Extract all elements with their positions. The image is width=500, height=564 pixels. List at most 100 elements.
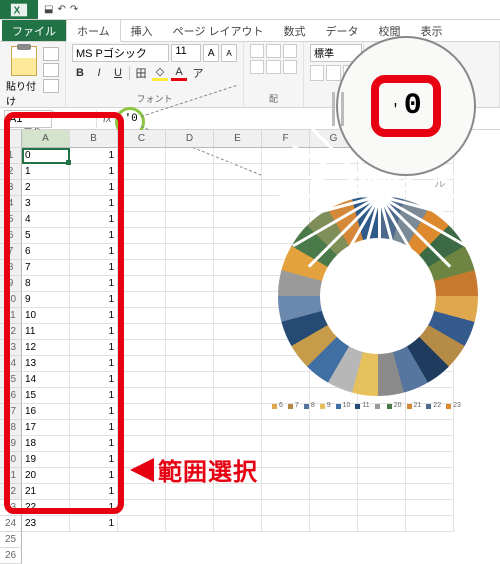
cell[interactable]: 23 [22,516,70,532]
cell[interactable] [166,420,214,436]
cell[interactable] [118,420,166,436]
cell[interactable] [214,276,262,292]
qat-save-icon[interactable]: ⬓ [44,4,53,15]
row-header[interactable]: 24 [0,516,22,532]
cell[interactable] [166,308,214,324]
cell[interactable]: 2 [22,180,70,196]
cell[interactable]: 1 [70,500,118,516]
cell[interactable]: 1 [70,196,118,212]
cell[interactable] [118,244,166,260]
cell[interactable] [214,228,262,244]
row-header[interactable]: 14 [0,356,22,372]
qat-undo-icon[interactable]: ↶ [57,4,65,15]
cell[interactable]: 20 [22,468,70,484]
cell[interactable] [118,516,166,532]
cell[interactable] [118,388,166,404]
row-header[interactable]: 22 [0,484,22,500]
cell[interactable] [406,452,454,468]
cell[interactable]: 1 [70,420,118,436]
cell[interactable] [166,212,214,228]
tab-formulas[interactable]: 数式 [274,20,316,41]
cell[interactable]: 1 [70,404,118,420]
cell[interactable]: 8 [22,276,70,292]
cell[interactable] [214,308,262,324]
cell[interactable] [118,324,166,340]
col-header-a[interactable]: A [22,130,70,148]
row-header[interactable]: 16 [0,388,22,404]
cell[interactable] [262,516,310,532]
cell[interactable] [118,164,166,180]
bold-button[interactable]: B [72,67,88,79]
cell[interactable] [166,404,214,420]
cell[interactable]: 17 [22,420,70,436]
cell[interactable] [358,452,406,468]
cell[interactable] [358,468,406,484]
cell[interactable]: 22 [22,500,70,516]
cell[interactable] [214,180,262,196]
col-header-f[interactable]: F [262,130,310,148]
font-color-button[interactable]: A [171,66,187,81]
currency-icon[interactable] [310,65,324,81]
cell[interactable] [166,180,214,196]
cell[interactable]: 1 [70,180,118,196]
row-header[interactable]: 3 [0,180,22,196]
cell[interactable]: 15 [22,388,70,404]
cell[interactable] [166,356,214,372]
cell[interactable]: 1 [70,276,118,292]
cell[interactable] [118,148,166,164]
cell[interactable] [214,324,262,340]
align-bottom-icon[interactable] [283,44,297,58]
cell[interactable] [214,292,262,308]
cell[interactable]: 21 [22,484,70,500]
align-center-icon[interactable] [266,60,280,74]
shrink-font-icon[interactable]: A [221,44,237,62]
cell[interactable] [406,468,454,484]
cell[interactable] [406,484,454,500]
row-header[interactable]: 9 [0,276,22,292]
cell[interactable] [262,484,310,500]
row-header[interactable]: 7 [0,244,22,260]
cell[interactable] [262,436,310,452]
cell[interactable] [214,196,262,212]
cell[interactable] [166,228,214,244]
cell[interactable]: 1 [70,324,118,340]
row-header[interactable]: 2 [0,164,22,180]
cell[interactable]: 1 [70,340,118,356]
row-header[interactable]: 20 [0,452,22,468]
cell[interactable]: 1 [70,436,118,452]
cell[interactable] [166,196,214,212]
row-header[interactable]: 26 [0,548,22,564]
cell[interactable]: 1 [70,452,118,468]
row-header[interactable]: 11 [0,308,22,324]
row-header[interactable]: 1 [0,148,22,164]
cell[interactable] [214,164,262,180]
cell[interactable]: 3 [22,196,70,212]
cell[interactable] [214,436,262,452]
percent-icon[interactable] [326,65,340,81]
tab-file[interactable]: ファイル [2,20,66,41]
cell[interactable] [166,244,214,260]
cell[interactable] [118,212,166,228]
cell[interactable] [214,372,262,388]
cell[interactable] [118,228,166,244]
cell[interactable] [214,212,262,228]
cell[interactable] [166,148,214,164]
cell[interactable] [358,436,406,452]
cell[interactable] [166,164,214,180]
cell[interactable] [310,468,358,484]
cell[interactable] [118,404,166,420]
cell[interactable] [310,484,358,500]
cell[interactable] [214,388,262,404]
cell[interactable]: 11 [22,324,70,340]
cell[interactable] [262,420,310,436]
cell[interactable] [406,436,454,452]
cell[interactable]: 1 [70,164,118,180]
tab-home[interactable]: ホーム [66,19,121,42]
fill-color-button[interactable]: ◇ [152,65,168,81]
cell[interactable] [310,500,358,516]
qat-redo-icon[interactable]: ↷ [70,4,78,15]
name-box[interactable]: A1 [4,110,52,128]
col-header-c[interactable]: C [118,130,166,148]
align-left-icon[interactable] [250,60,264,74]
col-header-e[interactable]: E [214,130,262,148]
